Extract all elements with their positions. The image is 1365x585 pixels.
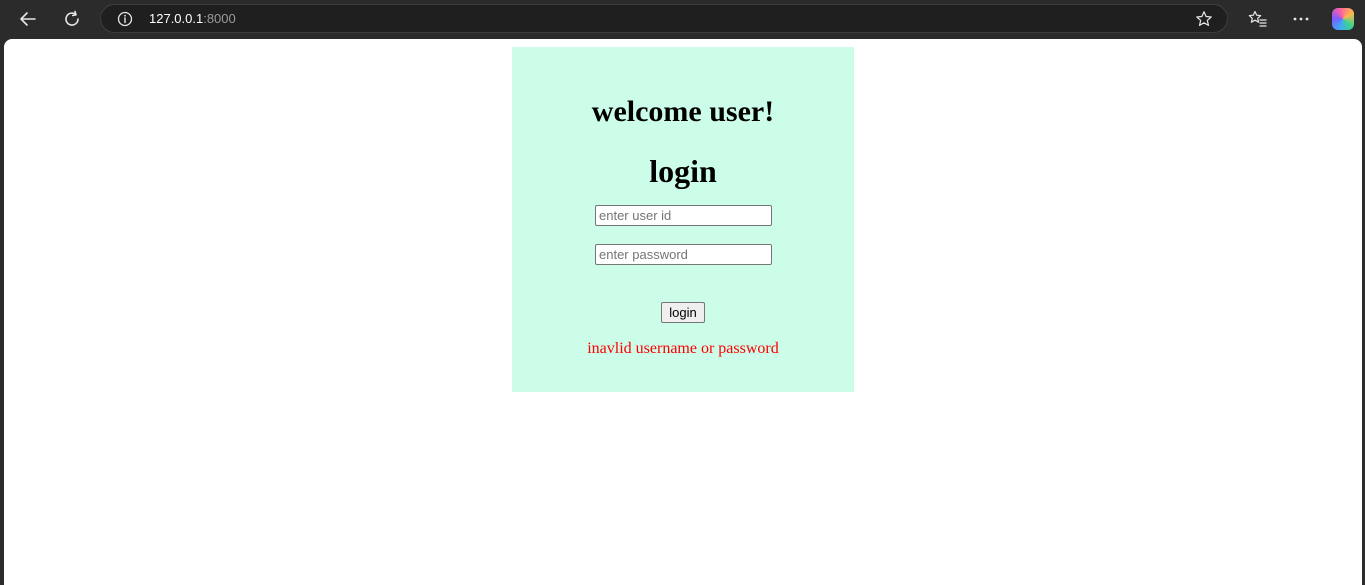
login-button[interactable]: login bbox=[661, 302, 705, 323]
reload-icon bbox=[65, 10, 79, 26]
address-port: :8000 bbox=[203, 11, 236, 26]
star-icon[interactable] bbox=[1195, 10, 1213, 28]
address-host: 127.0.0.1 bbox=[149, 11, 204, 26]
reload-button[interactable] bbox=[57, 4, 87, 34]
login-card: welcome user! login login inavlid userna… bbox=[512, 47, 854, 392]
error-message: inavlid username or password bbox=[587, 340, 779, 357]
page-viewport: welcome user! login login inavlid userna… bbox=[4, 39, 1362, 585]
welcome-heading: welcome user! bbox=[591, 95, 775, 128]
address-url[interactable]: 127.0.0.1:8000 bbox=[149, 11, 236, 27]
favorites-button[interactable] bbox=[1245, 6, 1271, 32]
browser-toolbar: 127.0.0.1:8000 bbox=[0, 0, 1365, 38]
address-bar[interactable]: 127.0.0.1:8000 bbox=[100, 4, 1228, 33]
more-button[interactable] bbox=[1288, 6, 1314, 32]
info-icon[interactable] bbox=[117, 11, 133, 27]
favorites-icon bbox=[1248, 10, 1267, 27]
password-input[interactable] bbox=[595, 244, 772, 265]
more-icon bbox=[1293, 17, 1309, 21]
back-button[interactable] bbox=[13, 4, 43, 34]
user-id-input[interactable] bbox=[595, 205, 772, 226]
login-heading: login bbox=[649, 153, 717, 189]
copilot-icon[interactable] bbox=[1332, 8, 1354, 30]
back-arrow-icon bbox=[20, 12, 36, 26]
